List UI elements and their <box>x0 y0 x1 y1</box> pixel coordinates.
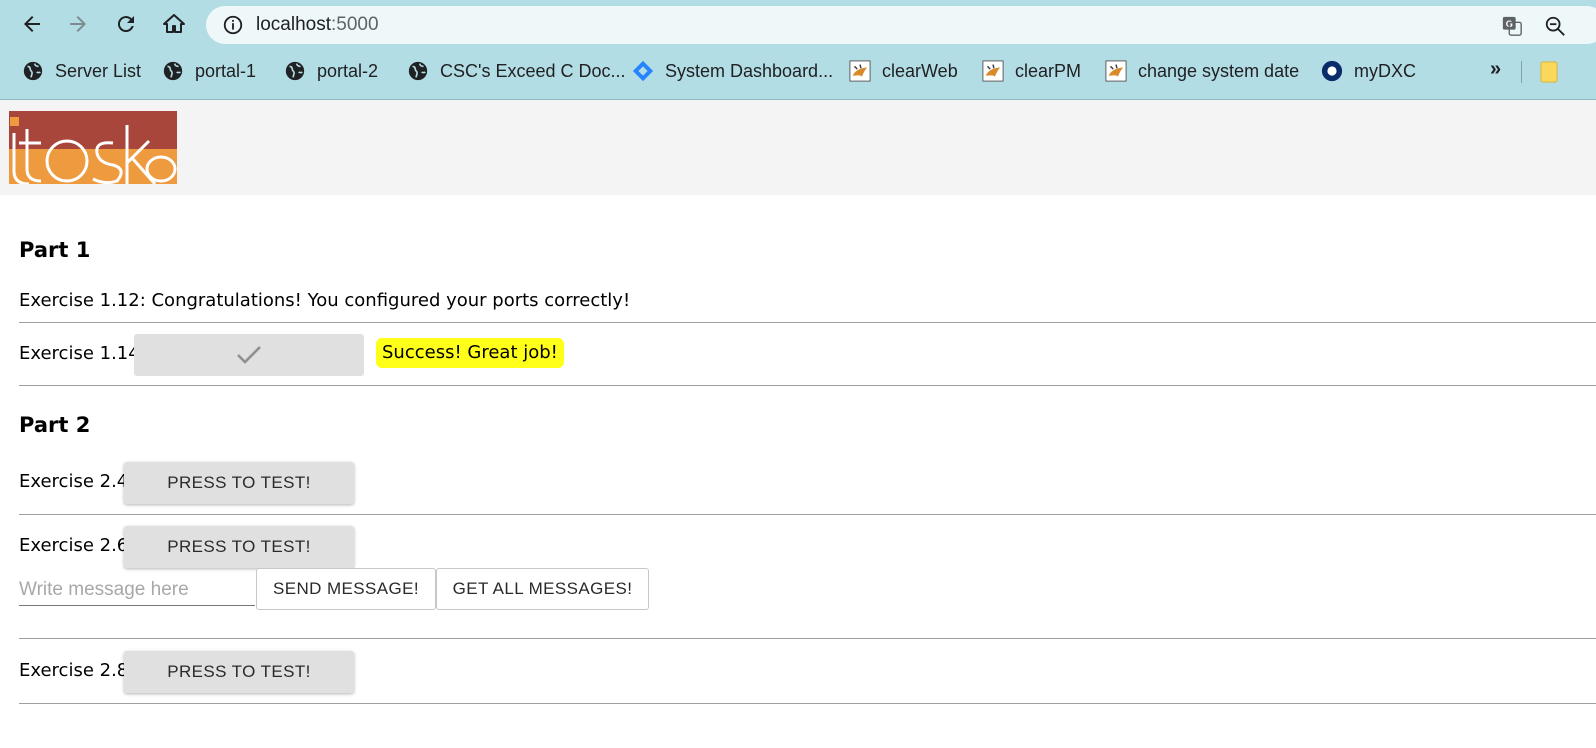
checkmark-icon <box>237 346 261 364</box>
page-header <box>0 100 1596 195</box>
bookmark-label: System Dashboard... <box>665 60 834 81</box>
arrow-left-icon <box>24 16 40 32</box>
back-button[interactable] <box>16 8 48 40</box>
bookmark-label: change system date <box>1138 60 1300 81</box>
exercise-2-6-test-button[interactable]: PRESS TO TEST! <box>124 526 354 568</box>
exercise-2-4-test-button[interactable]: PRESS TO TEST! <box>124 462 354 504</box>
bookmark-label: portal-2 <box>317 60 379 81</box>
tomcat-icon <box>849 60 871 82</box>
bookmark-clearweb[interactable]: clearWeb <box>849 58 958 84</box>
divider <box>19 638 1596 639</box>
url-text[interactable]: localhost:5000 <box>256 14 379 36</box>
globe-icon <box>284 60 306 82</box>
home-button[interactable] <box>158 8 190 40</box>
part1-heading: Part 1 <box>19 238 91 262</box>
tomcat-icon <box>1105 60 1127 82</box>
bookmark-clearpm[interactable]: clearPM <box>982 58 1081 84</box>
dxc-icon <box>1321 60 1343 82</box>
bookmark-csc-exceed[interactable]: CSC's Exceed C Doc... <box>407 58 626 84</box>
browser-chrome: localhost:5000 G Server List portal-1 po… <box>0 0 1596 100</box>
url-port: :5000 <box>331 14 379 35</box>
exercise-2-8-label: Exercise 2.8: <box>19 660 135 681</box>
forward-button[interactable] <box>62 8 94 40</box>
divider <box>19 514 1596 515</box>
globe-icon <box>162 60 184 82</box>
globe-icon <box>407 60 429 82</box>
bookmark-server-list[interactable]: Server List <box>22 58 141 84</box>
address-bar[interactable]: localhost:5000 G <box>206 6 1596 44</box>
exercise-1-14-button[interactable] <box>134 334 364 376</box>
reload-button[interactable] <box>110 8 142 40</box>
part2-heading: Part 2 <box>19 413 91 437</box>
jira-icon <box>632 60 654 82</box>
reload-icon <box>117 16 134 33</box>
bookmarks-bar: Server List portal-1 portal-2 CSC's Exce… <box>0 52 1596 90</box>
divider <box>19 385 1596 386</box>
bookmark-portal-2[interactable]: portal-2 <box>284 58 378 84</box>
bookmark-mydxc[interactable]: myDXC <box>1321 58 1416 84</box>
bookmark-portal-1[interactable]: portal-1 <box>162 58 256 84</box>
message-input[interactable] <box>19 574 255 606</box>
get-all-messages-button[interactable]: GET ALL MESSAGES! <box>436 568 649 610</box>
arrow-right-icon <box>70 16 86 32</box>
bookmark-label: Server List <box>55 60 142 81</box>
bookmarks-overflow-button[interactable]: » <box>1490 58 1501 81</box>
bookmark-system-dashboard[interactable]: System Dashboard... <box>632 58 833 84</box>
exercise-1-14-label: Exercise 1.14: <box>19 343 146 364</box>
exercise-1-14-result: Success! Great job! <box>376 338 564 368</box>
exercise-1-12-text: Exercise 1.12: Congratulations! You conf… <box>19 290 631 311</box>
send-message-button[interactable]: SEND MESSAGE! <box>256 568 436 610</box>
translate-icon[interactable]: G <box>1501 15 1523 37</box>
exercise-2-8-test-button[interactable]: PRESS TO TEST! <box>124 651 354 693</box>
tomcat-icon <box>982 60 1004 82</box>
bookmark-label: clearWeb <box>882 60 958 81</box>
bookmark-change-system-date[interactable]: change system date <box>1105 58 1299 84</box>
bookmark-label: CSC's Exceed C Doc... <box>440 60 626 81</box>
exercise-2-4-label: Exercise 2.4: <box>19 471 135 492</box>
bookmark-label: clearPM <box>1015 60 1082 81</box>
itoska-logo <box>9 111 177 184</box>
divider <box>19 703 1596 704</box>
globe-icon <box>22 60 44 82</box>
exercise-2-6-label: Exercise 2.6: <box>19 535 135 556</box>
home-icon <box>163 14 185 33</box>
bookmark-label: myDXC <box>1354 60 1416 81</box>
url-host: localhost <box>256 14 331 35</box>
bookmarks-separator <box>1521 61 1522 83</box>
folder-icon[interactable] <box>1538 61 1558 83</box>
info-icon[interactable] <box>222 14 244 36</box>
bookmark-label: portal-1 <box>195 60 257 81</box>
divider <box>19 322 1596 323</box>
zoom-icon[interactable] <box>1544 15 1566 37</box>
